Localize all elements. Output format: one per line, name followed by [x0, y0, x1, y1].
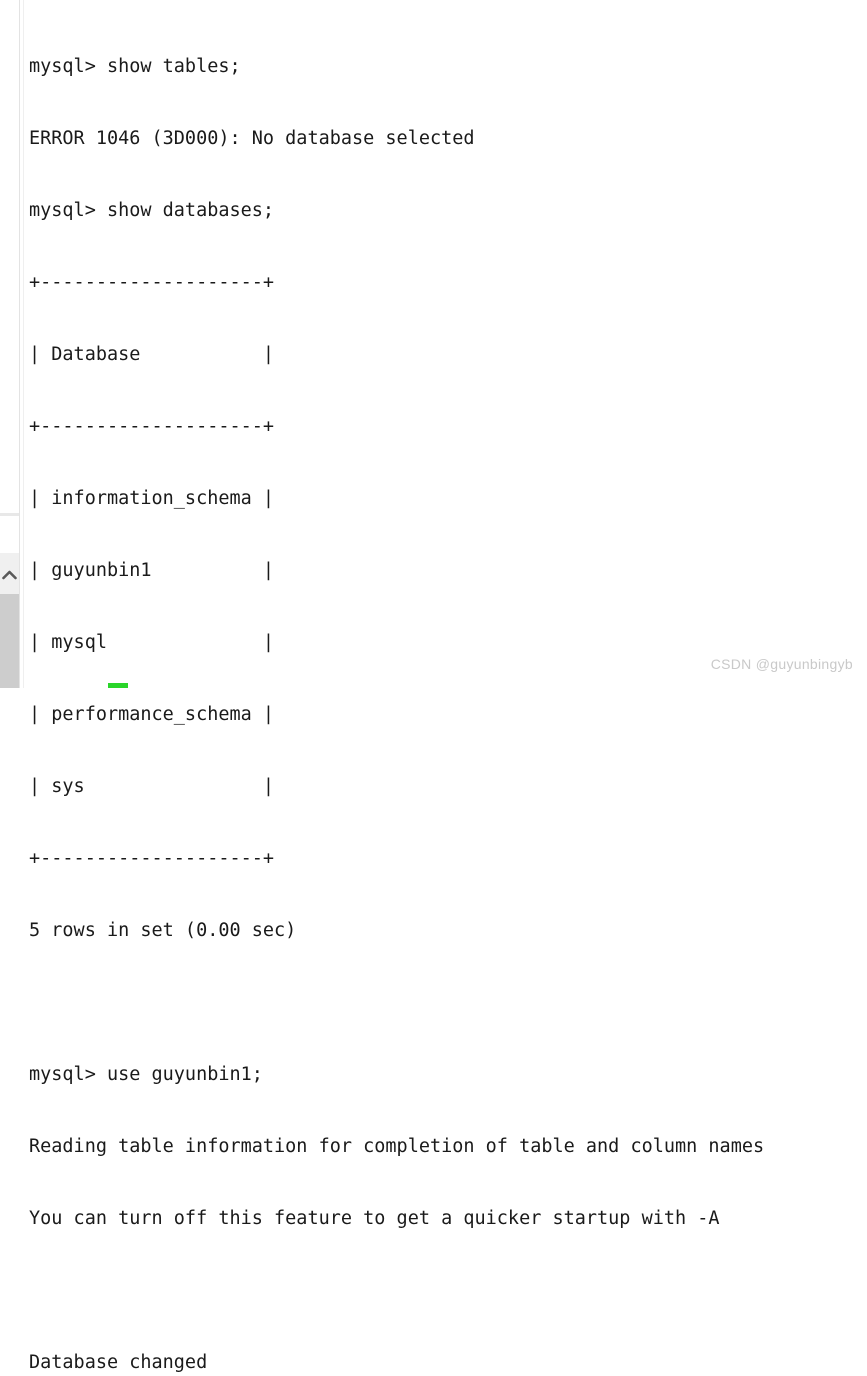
console-line: +--------------------+ [29, 416, 275, 437]
scroll-up-button[interactable] [0, 556, 19, 594]
console-line: | information_schema | [29, 488, 275, 509]
console-line: mysql> show databases; [29, 200, 275, 221]
gutter-divider-top [0, 513, 19, 516]
terminal-screen: mysql> show tables; ERROR 1046 (3D000): … [0, 0, 867, 1373]
console-line: 5 rows in set (0.00 sec) [29, 920, 297, 941]
left-scrollbar-gutter[interactable] [0, 0, 19, 688]
console-line: | performance_schema | [29, 704, 275, 725]
pane-divider [19, 0, 24, 688]
console-line: | sys | [29, 776, 275, 797]
console-line: | Database | [29, 344, 275, 365]
console-output: mysql> show tables; ERROR 1046 (3D000): … [29, 7, 867, 1373]
watermark-text: CSDN @guyunbingyb [710, 656, 853, 672]
console-line: | mysql | [29, 632, 275, 653]
console-line: mysql> show tables; [29, 56, 241, 77]
console-line: mysql> use guyunbin1; [29, 1064, 263, 1085]
scrollbar-thumb[interactable] [0, 594, 19, 688]
green-cursor-marker [108, 683, 128, 688]
console-line: You can turn off this feature to get a q… [29, 1208, 720, 1229]
chevron-up-icon [2, 570, 17, 580]
console-line: ERROR 1046 (3D000): No database selected [29, 128, 475, 149]
console-line: Database changed [29, 1352, 208, 1373]
console-line: +--------------------+ [29, 848, 275, 869]
console-line: Reading table information for completion… [29, 1136, 765, 1157]
console-line: | guyunbin1 | [29, 560, 275, 581]
console-line: +--------------------+ [29, 272, 275, 293]
